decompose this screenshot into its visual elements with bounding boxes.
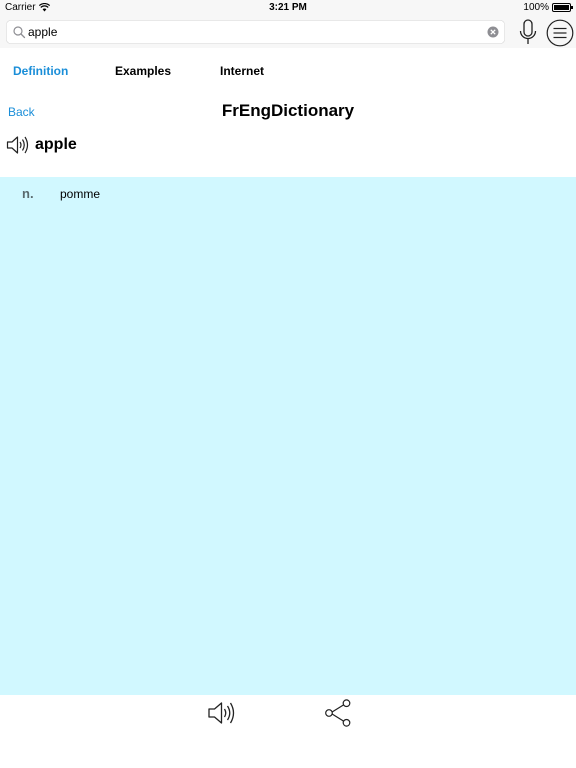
search-field-container[interactable] [6,20,505,44]
tab-internet[interactable]: Internet [220,64,264,78]
battery-group: 100% [523,2,573,13]
speaker-icon[interactable] [6,134,30,156]
bottom-toolbar [0,695,576,768]
definition-text: pomme [60,187,101,201]
battery-level [554,5,569,10]
tab-examples[interactable]: Examples [115,64,171,78]
tab-definition[interactable]: Definition [13,64,68,78]
part-of-speech: n. [22,186,34,201]
tab-bar: Definition Examples Internet [0,56,576,84]
search-icon [13,26,26,39]
menu-icon[interactable] [546,19,574,47]
clear-icon[interactable] [487,26,499,38]
speaker-icon[interactable] [207,699,237,727]
entry-header: apple [6,133,77,157]
page-title: FrEngDictionary [221,101,355,120]
battery-icon [552,3,573,12]
definition-panel: n. pomme [0,177,576,695]
entry-word: apple [35,136,77,153]
share-icon[interactable] [324,699,352,727]
search-input[interactable] [28,22,468,42]
battery-percent: 100% [523,2,549,13]
microphone-icon[interactable] [516,18,540,48]
status-bar: Carrier 3:21 PM 100% [0,0,576,16]
clock: 3:21 PM [269,2,307,13]
search-bar [0,16,576,48]
